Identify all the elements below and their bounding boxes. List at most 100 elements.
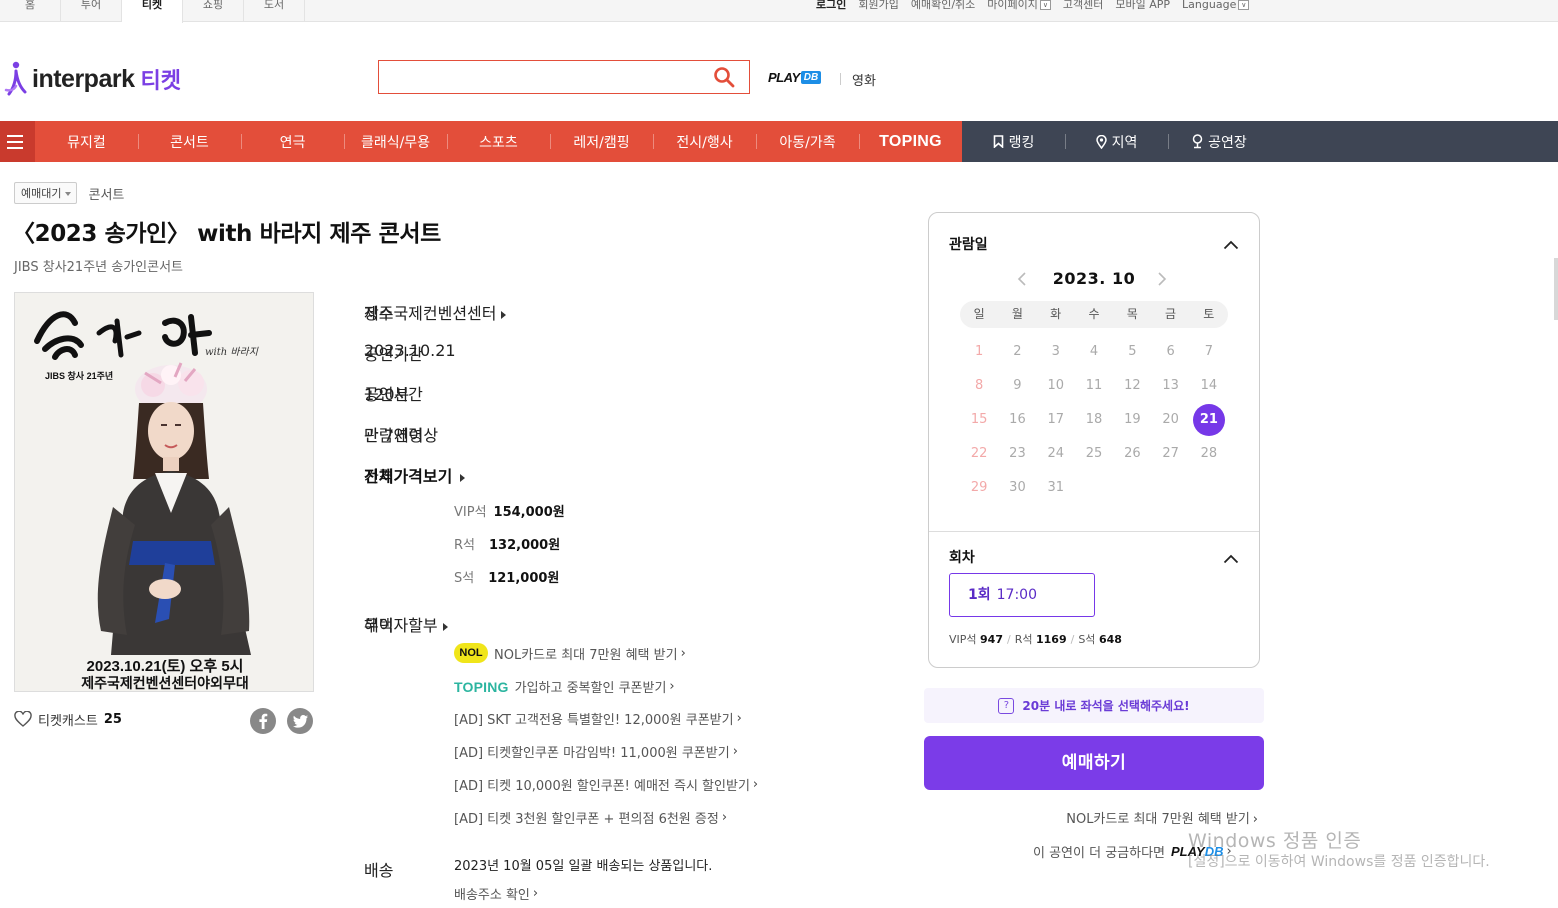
tab-tour[interactable]: 투어: [61, 0, 122, 22]
calendar-day[interactable]: 1: [960, 335, 998, 369]
next-month-button[interactable]: [1157, 271, 1167, 291]
calendar-day[interactable]: 23: [998, 437, 1036, 471]
calendar-day[interactable]: 24: [1037, 437, 1075, 471]
calendar-day[interactable]: 17: [1037, 403, 1075, 437]
calendar-day-number: 17: [1047, 412, 1065, 427]
language-select[interactable]: Language ∨: [1182, 0, 1250, 10]
nav-venue[interactable]: 공연장: [1168, 121, 1271, 162]
calendar-day[interactable]: 31: [1037, 471, 1075, 505]
heart-icon[interactable]: [14, 711, 32, 727]
join-link[interactable]: 회원가입: [858, 0, 898, 10]
customer-center-link[interactable]: 고객센터: [1063, 0, 1103, 10]
nav-region[interactable]: 지역: [1065, 121, 1168, 162]
collapse-date-button[interactable]: [1223, 235, 1239, 254]
calendar-day[interactable]: 5: [1113, 335, 1151, 369]
calendar-day[interactable]: 18: [1075, 403, 1113, 437]
tab-books[interactable]: 도서: [244, 0, 305, 22]
calendar-day[interactable]: 30: [998, 471, 1036, 505]
benefit-ad-coupon[interactable]: [AD] 티켓할인쿠폰 마감임박! 11,000원 쿠폰받기 ›: [454, 742, 738, 761]
twitter-icon: [292, 714, 308, 728]
calendar-day[interactable]: 4: [1075, 335, 1113, 369]
calendar-day[interactable]: 26: [1113, 437, 1151, 471]
calendar-day[interactable]: 7: [1190, 335, 1228, 369]
collapse-round-button[interactable]: [1223, 549, 1239, 568]
calendar-day-selected[interactable]: 21: [1190, 403, 1228, 437]
movie-link[interactable]: 영화: [852, 70, 876, 89]
calendar-day[interactable]: 22: [960, 437, 998, 471]
calendar-day[interactable]: 29: [960, 471, 998, 505]
calendar-day[interactable]: 6: [1151, 335, 1189, 369]
calendar-day[interactable]: 19: [1113, 403, 1151, 437]
weekday-label: 수: [1088, 307, 1100, 321]
login-link[interactable]: 로그인: [816, 0, 846, 10]
benefit-ad-discount[interactable]: [AD] 티켓 10,000원 할인쿠폰! 예매전 즉시 할인받기 ›: [454, 775, 758, 794]
benefit-nol-card[interactable]: NOL NOL카드로 최대 7만원 혜택 받기 ›: [454, 643, 686, 663]
nav-toping[interactable]: TOPING: [859, 121, 962, 162]
book-button[interactable]: 예매하기: [924, 736, 1264, 790]
calendar-day[interactable]: 20: [1151, 403, 1189, 437]
interest-free-link[interactable]: 무이자할부: [364, 612, 448, 636]
calendar-day[interactable]: 10: [1037, 369, 1075, 403]
nav-classic[interactable]: 클래식/무용: [344, 121, 447, 162]
calendar-day[interactable]: 8: [960, 369, 998, 403]
playdb-link[interactable]: PLAY DB: [768, 70, 822, 85]
delivery-address-link[interactable]: 배송주소 확인 ›: [454, 884, 538, 903]
period-value: 2023.10.21: [364, 341, 456, 360]
tab-home[interactable]: 홈: [0, 0, 61, 22]
scrollbar-thumb[interactable]: [1554, 258, 1558, 320]
nav-leisure[interactable]: 레저/캠핑: [550, 121, 653, 162]
date-section-title: 관람일: [949, 237, 988, 253]
reservation-check-link[interactable]: 예매확인/취소: [911, 0, 975, 10]
nav-sports[interactable]: 스포츠: [447, 121, 550, 162]
calendar-day[interactable]: 11: [1075, 369, 1113, 403]
calendar-day[interactable]: 15: [960, 403, 998, 437]
price-all-link[interactable]: 전체가격보기: [364, 463, 466, 487]
twitter-share-button[interactable]: [287, 708, 313, 734]
benefit-ad-3000[interactable]: [AD] 티켓 3천원 할인쿠폰 + 편의점 6천원 증정 ›: [454, 808, 727, 827]
nav-musical[interactable]: 뮤지컬: [35, 121, 138, 162]
benefit-ad-skt[interactable]: [AD] SKT 고객전용 특별할인! 12,000원 쿠폰받기 ›: [454, 709, 742, 728]
weekday-header: 일 월 화 수 목 금 토: [960, 301, 1228, 328]
benefit-toping[interactable]: TOPING 가입하고 중복할인 쿠폰받기 ›: [454, 677, 675, 697]
calendar-day[interactable]: 16: [998, 403, 1036, 437]
seat-grade: S석: [1078, 633, 1096, 646]
nav-region-label: 지역: [1111, 134, 1138, 151]
tab-shopping[interactable]: 쇼핑: [183, 0, 244, 22]
calendar-day[interactable]: 28: [1190, 437, 1228, 471]
calendar-day[interactable]: 27: [1151, 437, 1189, 471]
round-option-button[interactable]: 1회 17:00: [949, 573, 1095, 617]
delivery-value: 2023년 10월 05일 일괄 배송되는 상품입니다.: [454, 859, 713, 874]
nav-concert[interactable]: 콘서트: [138, 121, 241, 162]
caret-down-icon: [65, 192, 72, 196]
search-button[interactable]: [713, 66, 735, 92]
menu-button[interactable]: [0, 121, 35, 162]
waitlist-badge[interactable]: 예매대기: [14, 182, 78, 204]
calendar-day[interactable]: 9: [998, 369, 1036, 403]
menu-icon: [7, 147, 23, 149]
nav-kids[interactable]: 아동/가족: [756, 121, 859, 162]
chevron-right-icon: ›: [1252, 812, 1258, 827]
tab-ticket[interactable]: 티켓: [122, 0, 183, 23]
top-utility-bar: 홈 투어 티켓 쇼핑 도서 로그인 회원가입 예매확인/취소 마이페이지 ∨ 고객…: [0, 0, 1558, 23]
calendar-day[interactable]: 2: [998, 335, 1036, 369]
interpark-logo[interactable]: interpark 티켓: [4, 60, 181, 98]
mobile-app-link[interactable]: 모바일 APP: [1115, 0, 1170, 10]
mypage-link[interactable]: 마이페이지 ∨: [987, 0, 1051, 10]
calendar-day[interactable]: 14: [1190, 369, 1228, 403]
caret-right-icon: [460, 473, 466, 482]
page-subtitle: JIBS 창사21주년 송가인콘서트: [14, 260, 184, 275]
nav-play[interactable]: 연극: [241, 121, 344, 162]
search-input[interactable]: [379, 61, 699, 93]
facebook-share-button[interactable]: [250, 708, 276, 734]
nav-ranking[interactable]: 랭킹: [962, 121, 1065, 162]
playdb-play: PLAY: [768, 70, 800, 85]
prev-month-button[interactable]: [1017, 271, 1027, 291]
calendar-day[interactable]: 13: [1151, 369, 1189, 403]
calendar-day[interactable]: 12: [1113, 369, 1151, 403]
calendar-day[interactable]: 25: [1075, 437, 1113, 471]
calendar-day[interactable]: 3: [1037, 335, 1075, 369]
nav-exhibition[interactable]: 전시/행사: [653, 121, 756, 162]
chevron-right-icon: ›: [680, 645, 686, 661]
nol-promo-link[interactable]: NOL카드로 최대 7만원 혜택 받기 ›: [1066, 808, 1258, 827]
venue-link[interactable]: 제주국제컨벤션센터: [364, 300, 507, 324]
